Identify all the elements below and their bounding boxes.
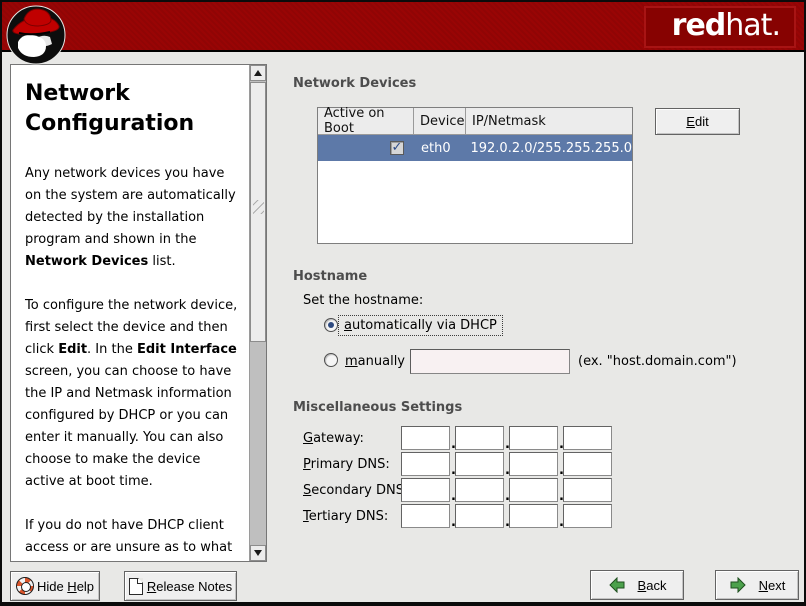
up-arrow-icon: [254, 70, 262, 76]
help-paragraph-1: Any network devices you have on the syst…: [25, 163, 243, 273]
primary-dns-octet-1-input[interactable]: [401, 452, 450, 476]
back-button-label: Back: [638, 578, 667, 593]
checkmark-icon: ✓: [392, 141, 403, 154]
next-button[interactable]: Next: [715, 570, 799, 600]
network-devices-table[interactable]: Active on Boot Device IP/Netmask ✓ eth0 …: [317, 107, 633, 244]
manual-radio-label[interactable]: manually: [345, 354, 405, 369]
tertiary-dns-octet-3-input[interactable]: [509, 504, 558, 528]
document-icon: [129, 578, 143, 595]
hostname-hint: (ex. "host.domain.com"): [578, 354, 737, 369]
active-on-boot-checkbox[interactable]: ✓: [390, 141, 404, 155]
tertiary-dns-octet-1-input[interactable]: [401, 504, 450, 528]
next-button-label: Next: [759, 578, 786, 593]
primary-dns-octet-3-input[interactable]: [509, 452, 558, 476]
ip-netmask-cell: 192.0.2.0/255.255.255.0: [464, 141, 632, 156]
edit-button[interactable]: Edit: [655, 108, 740, 135]
column-header-active-on-boot[interactable]: Active on Boot: [318, 108, 414, 135]
redhat-shadowman-logo-icon: [6, 4, 66, 66]
release-notes-button[interactable]: Release Notes: [124, 571, 237, 601]
redhat-wordmark: redhat.: [644, 6, 796, 48]
misc-settings-section-label: Miscellaneous Settings: [293, 400, 462, 415]
secondary-dns-octet-3-input[interactable]: [509, 478, 558, 502]
dhcp-radio-label[interactable]: automatically via DHCP: [338, 315, 503, 336]
secondary-dns-label: Secondary DNS:: [303, 483, 408, 498]
device-cell: eth0: [413, 141, 464, 156]
tertiary-dns-label: Tertiary DNS:: [303, 509, 388, 524]
primary-dns-octet-4-input[interactable]: [563, 452, 612, 476]
gateway-octet-2-input[interactable]: [455, 426, 504, 450]
secondary-dns-octet-2-input[interactable]: [455, 478, 504, 502]
next-arrow-icon: [729, 577, 747, 593]
scroll-down-button[interactable]: [250, 545, 266, 561]
primary-dns-label: Primary DNS:: [303, 457, 390, 472]
hide-help-button[interactable]: Hide Help: [10, 571, 100, 601]
scrollbar-grip-icon: [253, 200, 264, 214]
edit-button-label: Edit: [686, 114, 708, 129]
secondary-dns-octet-4-input[interactable]: [563, 478, 612, 502]
gateway-octet-3-input[interactable]: [509, 426, 558, 450]
installer-window: redhat. Network Configuration Any networ…: [0, 0, 806, 606]
network-devices-section-label: Network Devices: [293, 76, 416, 91]
brand-text-red: red: [672, 8, 726, 43]
hostname-input[interactable]: [410, 349, 570, 374]
gateway-octet-1-input[interactable]: [401, 426, 450, 450]
table-header-row: Active on Boot Device IP/Netmask: [318, 108, 632, 135]
back-button[interactable]: Back: [590, 570, 684, 600]
secondary-dns-octet-1-input[interactable]: [401, 478, 450, 502]
help-scrollbar[interactable]: [249, 65, 266, 561]
tertiary-dns-octet-4-input[interactable]: [563, 504, 612, 528]
column-header-device[interactable]: Device: [414, 108, 466, 135]
back-arrow-icon: [608, 577, 626, 593]
help-paragraph-3: If you do not have DHCP client access or…: [25, 515, 243, 561]
gateway-label: Gateway:: [303, 431, 364, 446]
hide-help-label: Hide Help: [37, 579, 94, 594]
gateway-octet-4-input[interactable]: [563, 426, 612, 450]
down-arrow-icon: [254, 550, 262, 556]
life-preserver-icon: [16, 577, 34, 595]
release-notes-label: Release Notes: [147, 579, 232, 594]
set-hostname-prompt: Set the hostname:: [303, 293, 423, 308]
hostname-section-label: Hostname: [293, 269, 367, 284]
primary-dns-octet-2-input[interactable]: [455, 452, 504, 476]
brand-text-hat: hat.: [725, 8, 780, 43]
help-title: Network Configuration: [25, 79, 205, 139]
table-row[interactable]: ✓ eth0 192.0.2.0/255.255.255.0: [318, 135, 632, 161]
help-panel: Network Configuration Any network device…: [10, 64, 267, 562]
scrollbar-thumb[interactable]: [250, 82, 266, 342]
manual-radio-button[interactable]: [324, 353, 338, 367]
help-paragraph-2: To configure the network device, first s…: [25, 295, 243, 493]
active-on-boot-cell: ✓: [318, 141, 413, 155]
column-header-ip-netmask[interactable]: IP/Netmask: [466, 108, 632, 135]
dhcp-radio-button[interactable]: [324, 318, 338, 332]
tertiary-dns-octet-2-input[interactable]: [455, 504, 504, 528]
help-content: Network Configuration Any network device…: [11, 65, 249, 561]
scroll-up-button[interactable]: [250, 65, 266, 81]
top-banner: redhat.: [2, 2, 804, 52]
